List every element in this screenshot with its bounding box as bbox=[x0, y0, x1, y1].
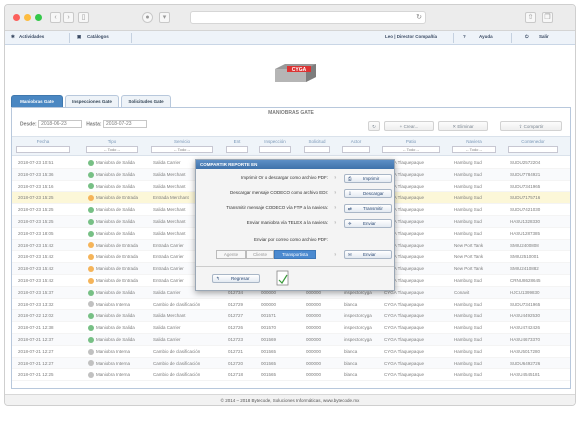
catalog-icon[interactable]: ▣ bbox=[77, 34, 81, 40]
reload-icon[interactable]: ↻ bbox=[416, 13, 422, 21]
privacy-icon[interactable]: ● bbox=[142, 12, 153, 23]
browser-window: ‹ › ▯ ● ▾ ↻ ⇧ ❐ ✱ Actividades ▣ Catálogo… bbox=[4, 4, 576, 406]
user-label[interactable]: Leo | Director Compañía bbox=[385, 34, 437, 39]
recipient-agente[interactable]: Agente bbox=[216, 250, 246, 259]
document-icon bbox=[276, 270, 289, 286]
dialog-row-download: Descargar mensaje CODECO como archivo ED… bbox=[196, 187, 394, 199]
dialog-title: COMPARTIR REPORTE EN bbox=[196, 160, 394, 169]
logo-text: CYGA bbox=[292, 67, 307, 73]
back-arrow-icon[interactable]: ‹ bbox=[50, 12, 61, 23]
back-button[interactable]: ↰ Regresar bbox=[212, 274, 260, 283]
printer-icon: ⎙ bbox=[348, 176, 352, 181]
dialog-row-telex: Enviar maniobra vía TELEX a la naviera: … bbox=[196, 217, 394, 229]
share-report-dialog: COMPARTIR REPORTE EN Imprimir Or o desca… bbox=[195, 159, 395, 291]
download-button-label: Descargar bbox=[363, 191, 384, 196]
back-button-label: Regresar bbox=[231, 276, 250, 281]
help-icon[interactable]: ? bbox=[334, 187, 336, 199]
browser-toolbar: ‹ › ▯ ● ▾ ↻ ⇧ ❐ bbox=[5, 5, 575, 31]
forward-arrow-icon[interactable]: › bbox=[63, 12, 74, 23]
transmit-button-label: Transmitir bbox=[363, 206, 383, 211]
mail-icon: ✉ bbox=[348, 252, 352, 257]
nav-divider bbox=[453, 33, 454, 43]
nav-divider bbox=[69, 33, 70, 43]
help-icon[interactable]: ? bbox=[334, 217, 336, 229]
nav-help[interactable]: Ayuda bbox=[479, 34, 493, 39]
share-icon[interactable]: ⇧ bbox=[525, 12, 536, 23]
nav-divider bbox=[131, 33, 132, 43]
download-button[interactable]: ⇩ Descargar bbox=[344, 189, 392, 198]
nav-divider bbox=[511, 33, 512, 43]
help-icon[interactable]: ? bbox=[463, 34, 466, 39]
print-button[interactable]: ⎙ Imprimir bbox=[344, 174, 392, 183]
tab-solicitudes-gate[interactable]: Solicitudes Gate bbox=[121, 95, 171, 107]
dialog-row-email: Enviar por correo como archivo PDF: bbox=[196, 234, 394, 246]
telex-description: Enviar maniobra vía TELEX a la naviera: bbox=[246, 220, 328, 225]
tab-maniobras-gate[interactable]: Maniobras Gate bbox=[11, 95, 63, 107]
email-description: Enviar por correo como archivo PDF: bbox=[253, 237, 328, 242]
home-icon[interactable]: ✱ bbox=[11, 34, 15, 40]
telex-send-label: Enviar bbox=[363, 221, 376, 226]
telex-send-button[interactable]: ✈ Enviar bbox=[344, 219, 392, 228]
recipient-cliente[interactable]: Cliente bbox=[246, 250, 274, 259]
back-arrow-icon: ↰ bbox=[216, 276, 220, 281]
top-navigation: ✱ Actividades ▣ Catálogos Leo | Director… bbox=[5, 31, 575, 45]
close-window-icon[interactable] bbox=[13, 14, 20, 21]
nav-activities[interactable]: Actividades bbox=[19, 34, 44, 39]
email-send-label: Enviar bbox=[363, 252, 376, 257]
tab-inspecciones-gate[interactable]: Inspecciones Gate bbox=[65, 95, 119, 107]
dialog-row-print: Imprimir Or o descargar como archivo PDF… bbox=[196, 172, 394, 184]
sidebar-icon[interactable]: ▯ bbox=[78, 12, 89, 23]
zoom-window-icon[interactable] bbox=[35, 14, 42, 21]
transmit-button[interactable]: ⇄ Transmitir bbox=[344, 204, 392, 213]
minimize-window-icon[interactable] bbox=[24, 14, 31, 21]
email-send-button[interactable]: ✉ Enviar bbox=[344, 250, 392, 259]
tabs-icon[interactable]: ❐ bbox=[542, 12, 553, 23]
print-button-label: Imprimir bbox=[363, 176, 380, 181]
power-icon[interactable]: ⏻ bbox=[525, 34, 529, 39]
cyga-logo: CYGA bbox=[275, 64, 316, 82]
nav-logout[interactable]: Salir bbox=[539, 34, 549, 39]
print-description: Imprimir Or o descargar como archivo PDF… bbox=[240, 175, 328, 180]
transmit-description: Transmitir mensaje CODECO vía FTP a la n… bbox=[226, 205, 328, 210]
address-bar[interactable]: ↻ bbox=[190, 11, 426, 24]
transmit-icon: ⇄ bbox=[348, 206, 352, 211]
shield-icon[interactable]: ▾ bbox=[159, 12, 170, 23]
recipient-transportista[interactable]: Transportista bbox=[274, 250, 316, 259]
help-icon[interactable]: ? bbox=[334, 202, 336, 214]
nav-catalogs[interactable]: Catálogos bbox=[87, 34, 109, 39]
page-footer: © 2014 – 2018 Bytecode, Soluciones Infor… bbox=[5, 394, 575, 405]
send-icon: ✈ bbox=[348, 221, 352, 226]
help-icon[interactable]: ? bbox=[334, 172, 336, 184]
help-icon[interactable]: ? bbox=[334, 250, 336, 259]
download-icon: ⇩ bbox=[348, 191, 352, 196]
dialog-divider bbox=[196, 266, 394, 267]
dialog-row-transmit: Transmitir mensaje CODECO vía FTP a la n… bbox=[196, 202, 394, 214]
download-description: Descargar mensaje CODECO como archivo ED… bbox=[229, 190, 328, 195]
